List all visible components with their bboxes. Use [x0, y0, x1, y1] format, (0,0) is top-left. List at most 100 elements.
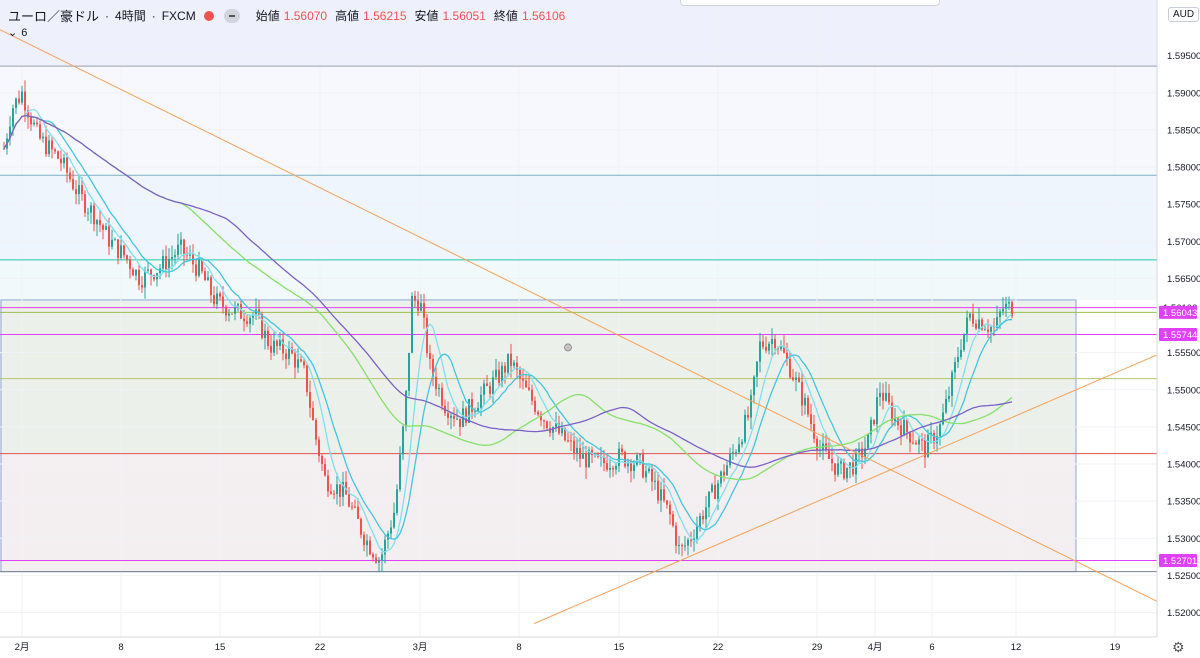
chevron-down-icon[interactable]: ⌄: [8, 26, 17, 39]
candle: [264, 330, 266, 338]
candle: [1005, 303, 1007, 309]
indicators-toggle[interactable]: ⌄ 6: [8, 26, 27, 40]
candle: [633, 464, 635, 471]
candle: [960, 349, 962, 357]
candle: [207, 277, 209, 281]
candle: [75, 189, 77, 195]
time-tick-label: 12: [1011, 642, 1022, 653]
candle: [135, 269, 137, 276]
candle: [504, 365, 506, 373]
candle: [690, 539, 692, 541]
candle: [912, 442, 914, 444]
candle: [639, 454, 641, 456]
candle: [708, 491, 710, 508]
candle: [732, 452, 734, 454]
candle: [147, 269, 149, 271]
candle: [456, 418, 458, 420]
price-tick-label: 1.55500: [1167, 348, 1200, 359]
candle: [831, 458, 833, 464]
candle: [840, 461, 842, 464]
candle: [948, 395, 950, 399]
candle: [246, 321, 248, 324]
candle: [987, 329, 989, 332]
candle: [267, 330, 269, 346]
candle: [567, 440, 569, 442]
candle: [414, 296, 416, 301]
candle: [888, 392, 890, 403]
zone-1: [0, 66, 1157, 176]
time-tick-label: 2月: [15, 642, 30, 653]
candle: [57, 151, 59, 159]
candle: [162, 256, 164, 269]
price-tick-label: 1.57000: [1167, 237, 1200, 248]
candle: [297, 359, 299, 368]
search-box[interactable]: [680, 0, 940, 6]
candle: [381, 554, 383, 561]
candle: [63, 157, 65, 164]
candle: [54, 149, 56, 152]
candle: [465, 408, 467, 423]
candle: [312, 407, 314, 421]
candle: [873, 419, 875, 424]
candle: [333, 493, 335, 495]
candle: [105, 226, 107, 230]
candle: [42, 136, 44, 139]
currency-badge[interactable]: AUD: [1168, 7, 1200, 22]
candle: [915, 442, 917, 445]
candle: [12, 108, 14, 127]
candle: [360, 518, 362, 535]
symbol-name[interactable]: ユーロ／豪ドル: [8, 6, 99, 25]
price-tick-label: 1.56500: [1167, 274, 1200, 285]
candle: [609, 467, 611, 470]
candle: [93, 205, 95, 225]
time-axis[interactable]: 2月 8 15 22 3月 8 15 22 29 4月 6 12 19: [0, 636, 1200, 658]
hide-icon[interactable]: [223, 8, 240, 23]
candle: [33, 122, 35, 125]
candle: [765, 346, 767, 351]
candle: [114, 239, 116, 241]
candle: [309, 392, 311, 408]
candle: [99, 219, 101, 225]
candle: [435, 376, 437, 390]
candle: [66, 157, 68, 173]
open-label: 始値: [255, 9, 280, 23]
candle: [717, 483, 719, 499]
candle: [273, 340, 275, 353]
candle: [699, 515, 701, 527]
candle: [585, 453, 587, 468]
candle: [357, 506, 359, 519]
candle: [906, 419, 908, 433]
candle: [120, 245, 122, 258]
candle: [234, 306, 236, 314]
candle: [525, 380, 527, 388]
candle: [921, 439, 923, 441]
candle: [396, 489, 398, 513]
interval-label[interactable]: 4時間: [115, 7, 146, 24]
candle: [678, 545, 680, 547]
price-chart[interactable]: 1.59500 1.59000 1.58500 1.58000 1.57500 1.570…: [0, 0, 1200, 658]
candle: [663, 489, 665, 501]
candle: [621, 448, 623, 452]
candle: [243, 318, 245, 322]
price-tick-label: 1.58000: [1167, 163, 1200, 174]
candle: [222, 296, 224, 307]
candle: [489, 385, 491, 394]
candle: [537, 411, 539, 415]
candle: [132, 269, 134, 276]
candle: [882, 392, 884, 401]
candle: [660, 489, 662, 501]
gear-icon[interactable]: ⚙: [1172, 639, 1185, 656]
price-tick-label: 1.53000: [1167, 534, 1200, 545]
candle: [480, 394, 482, 408]
candle: [528, 387, 530, 390]
price-tick-label: 1.54000: [1167, 460, 1200, 471]
candle: [216, 293, 218, 305]
candle: [867, 434, 869, 449]
open-value: 1.56070: [283, 8, 328, 23]
candle: [876, 397, 878, 424]
time-tick-label: 4月: [868, 642, 883, 653]
candle: [315, 420, 317, 440]
candle: [300, 359, 302, 362]
candle: [999, 311, 1001, 318]
candle: [759, 341, 761, 362]
